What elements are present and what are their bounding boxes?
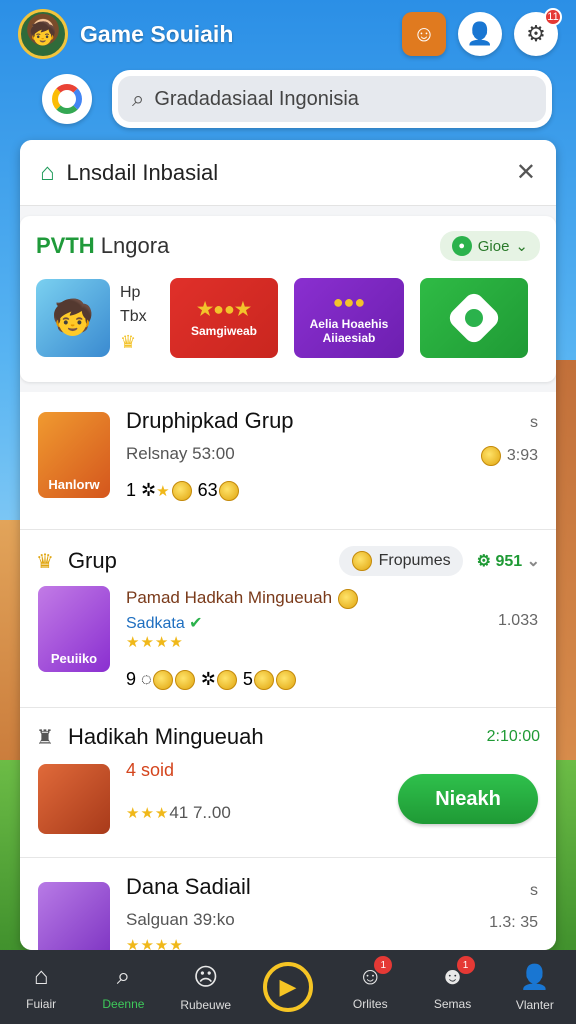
game-thumbnail [38,882,110,950]
person-icon: 👤 [466,21,494,46]
face-icon: ☹ [193,963,219,991]
game-thumbnail: Hanlorw [38,412,110,498]
item-line1: Pamad Hadkah Mingueuah [126,588,540,609]
gear-icon: ⚙ [476,553,491,570]
nav-play[interactable]: ▶ [247,950,329,1024]
list-item[interactable]: Hanlorw Druphipkad Grup Relsnay 53:00 1 … [20,392,556,530]
coins-icon: ★●●★ [196,298,252,319]
chat-icon: ● [451,236,472,256]
play-icon: ▶ [262,962,313,1012]
item-subtitle: Salguan 39:ko [126,910,235,929]
featured-meta: Hp Tbx ♛ [120,284,154,353]
profile-button[interactable]: 👤 [458,12,502,56]
game-thumbnail [38,764,110,834]
search-value: Gradadasiaal Ingonisia [154,87,359,110]
install-banner: ⌂ Lnsdail Inbasial ✕ [20,140,556,206]
close-icon[interactable]: ✕ [516,158,536,187]
item-value: 1.3: 35 [489,914,538,931]
coin-icon [351,551,372,571]
nav-home[interactable]: ⌂ Fuiair [0,950,82,1024]
featured-tile-red[interactable]: ★●●★ Samgiweab [170,278,278,358]
main-panel: ⌂ Lnsdail Inbasial ✕ PVTH Lngora ● Gioe … [20,140,556,950]
star-icon: ★ [156,483,171,500]
nav-badge: 1 [456,956,475,974]
gear-icon: ⚙ [526,21,546,46]
coin-icon [337,588,358,609]
crown-icon: ♛ [36,550,54,573]
item-time: 2:10:00 [486,728,540,745]
featured-section: PVTH Lngora ● Gioe ⌄ 🧒 Hp Tbx ♛ ★●●★ Sam… [20,216,556,382]
search-icon: ⌕ [132,86,145,111]
bottom-navigation: ⌂ Fuiair ⌕ Deenne ☹ Rubeuwe ▶ ☺ 1 Orlite… [0,950,576,1024]
settings-button[interactable]: ⚙ 11 [514,8,562,56]
coins-icon: ●●● [332,291,366,312]
banner-title: Lnsdail Inbasial [66,159,219,185]
item-subtitle: Relsnay 53:00 [126,444,235,463]
list-item[interactable]: Dana Sadiail Salguan 39:ko ★★★★ s 1.3: 3… [20,858,556,950]
smiley-icon: ☺ [412,21,436,46]
dropdown-label: Gioe [477,237,510,255]
item-chip[interactable]: Fropumes [338,546,463,576]
crown-icon: ♜ [36,726,54,749]
featured-title: PVTH Lngora [36,233,170,258]
google-icon [52,84,82,114]
install-button[interactable]: Nieakh [398,774,538,824]
item-line2: Sadkata ✔ [126,614,203,632]
item-more: s [530,414,538,431]
search-icon: ⌕ [116,963,131,990]
item-stats: 9 ◌ ✲ 5 [126,669,540,690]
item-value: 3:93 [480,446,538,466]
nav-chats[interactable]: ☺ 1 Orlites [329,950,411,1024]
nav-games[interactable]: ☻ 1 Semas [411,950,493,1024]
hexagon-icon [445,289,503,347]
emoji-button[interactable]: ☺ [402,12,446,56]
search-input[interactable]: ⌕ Gradadasiaal Ingonisia [118,76,546,122]
nav-profile[interactable]: 👤 Vlanter [494,950,576,1024]
coin-icon [171,481,192,502]
item-value: 1.033 [497,612,538,629]
featured-dropdown[interactable]: ● Gioe ⌄ [439,231,540,261]
nav-search[interactable]: ⌕ Deenne [82,950,164,1024]
coin-icon [481,446,502,466]
item-rating: ★★★★ [126,633,184,651]
item-right-chip[interactable]: ⚙ 951 ⌄ [477,551,540,571]
nav-reviews[interactable]: ☹ Rubeuwe [165,950,247,1024]
top-header: 🧒 Game Souiaih ☺ 👤 ⚙ 11 [18,8,562,60]
list-item[interactable]: ♛ Grup Fropumes ⚙ 951 ⌄ Peuiiko Pamad Ha… [20,530,556,708]
app-title: Game Souiaih [80,20,234,47]
search-bar[interactable]: ⌕ Gradadasiaal Ingonisia [112,70,552,128]
coin-icon [218,481,239,502]
featured-tile-green[interactable] [420,278,528,358]
crown-icon: ♛ [120,331,137,352]
notification-badge: 11 [544,8,562,26]
check-icon: ✔ [189,614,203,632]
home-icon: ⌂ [40,158,55,186]
gear-icon: ✲ [141,480,157,500]
header-actions: ☺ 👤 ⚙ 11 [402,8,562,56]
nav-badge: 1 [374,956,393,974]
chevron-down-icon: ⌄ [515,238,528,255]
google-logo-button[interactable] [42,74,92,124]
item-title: Grup [67,548,117,573]
group-list: Hanlorw Druphipkad Grup Relsnay 53:00 1 … [20,392,556,950]
item-more: s [530,882,538,899]
item-title: Druphipkad Grup [126,408,294,433]
game-thumbnail: Peuiiko [38,586,110,672]
featured-tile-purple[interactable]: ●●● Aelia Hoaehis Aiiaesiab [294,278,404,358]
avatar[interactable]: 🧒 [18,9,68,59]
list-item[interactable]: ♜ Hadikah Mingueuah 2:10:00 4 soid ★★★41… [20,708,556,858]
item-title: Dana Sadiail [126,874,251,899]
featured-character-thumbnail[interactable]: 🧒 [36,279,110,357]
chevron-down-icon: ⌄ [526,553,540,570]
home-icon: ⌂ [33,963,49,990]
item-rating: ★★★★ [126,937,184,950]
item-stats: 1 ✲★ 63 [126,480,540,502]
user-icon: 👤 [519,963,550,991]
item-title: Hadikah Mingueuah [67,724,264,749]
